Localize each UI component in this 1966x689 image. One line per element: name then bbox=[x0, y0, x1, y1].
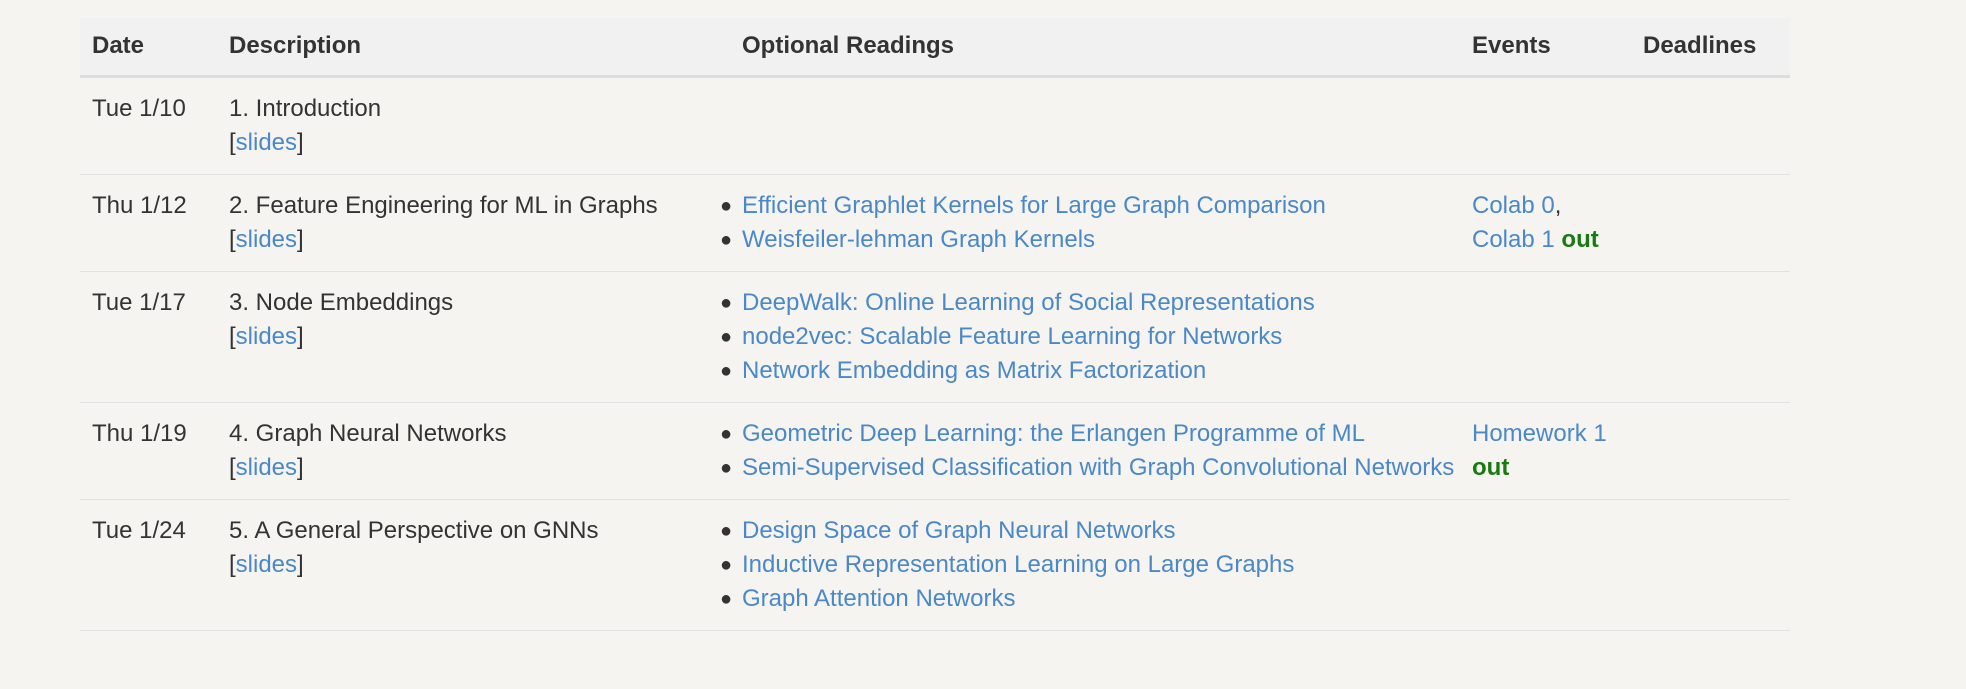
lecture-title: 4. Graph Neural Networks bbox=[229, 419, 507, 447]
reading-link[interactable]: Design Space of Graph Neural Networks bbox=[742, 517, 1176, 544]
bullet-icon: ● bbox=[720, 291, 733, 314]
deadlines-cell bbox=[1631, 402, 1790, 500]
event-link-homework-1[interactable]: Homework 1 bbox=[1472, 420, 1607, 447]
date-cell: Tue 1/17 bbox=[80, 271, 217, 403]
table-body: Tue 1/10 1. Introduction [slides] Thu 1/… bbox=[80, 76, 1790, 631]
reading-link[interactable]: Inductive Representation Learning on Lar… bbox=[742, 551, 1294, 578]
readings-cell: ● DeepWalk: Online Learning of Social Rep… bbox=[720, 271, 1460, 403]
date-cell: Tue 1/24 bbox=[80, 499, 217, 631]
reading-item: ● Geometric Deep Learning: the Erlangen P… bbox=[720, 417, 1460, 451]
lecture-title: 5. A General Perspective on GNNs bbox=[229, 516, 599, 544]
event-status-out: out bbox=[1561, 225, 1599, 253]
event-line: Homework 1 bbox=[1472, 417, 1631, 451]
slides-wrapper: [slides] bbox=[229, 453, 304, 481]
header-optional-readings: Optional Readings bbox=[730, 18, 1460, 78]
slides-link[interactable]: slides bbox=[236, 323, 297, 350]
bullet-icon: ● bbox=[720, 519, 733, 542]
header-description: Description bbox=[217, 18, 730, 78]
header-row: Date Description Optional Readings Event… bbox=[80, 18, 1790, 78]
readings-cell: ● Efficient Graphlet Kernels for Large Gr… bbox=[720, 174, 1460, 272]
reading-link[interactable]: Network Embedding as Matrix Factorizatio… bbox=[742, 357, 1206, 384]
lecture-title: 2. Feature Engineering for ML in Graphs bbox=[229, 191, 658, 219]
reading-item: ● Network Embedding as Matrix Factorizati… bbox=[720, 354, 1460, 388]
description-cell: 3. Node Embeddings [slides] bbox=[217, 271, 730, 403]
reading-item: ● Graph Attention Networks bbox=[720, 582, 1460, 616]
description-cell: 5. A General Perspective on GNNs [slides… bbox=[217, 499, 730, 631]
reading-item: ● node2vec: Scalable Feature Learning for… bbox=[720, 320, 1460, 354]
lecture-title: 3. Node Embeddings bbox=[229, 288, 454, 316]
table-row: Thu 1/19 4. Graph Neural Networks [slide… bbox=[80, 402, 1790, 500]
events-cell bbox=[1460, 76, 1631, 175]
bullet-icon: ● bbox=[720, 587, 733, 610]
schedule-container: Date Description Optional Readings Event… bbox=[80, 18, 1790, 631]
reading-link[interactable]: Geometric Deep Learning: the Erlangen Pr… bbox=[742, 420, 1365, 447]
table-row: Tue 1/17 3. Node Embeddings [slides] ● De… bbox=[80, 271, 1790, 403]
events-cell: Colab 0, Colab 1 out bbox=[1460, 174, 1631, 272]
slides-wrapper: [slides] bbox=[229, 550, 304, 578]
readings-list: ● Geometric Deep Learning: the Erlangen P… bbox=[720, 417, 1460, 485]
date-cell: Tue 1/10 bbox=[80, 76, 217, 175]
bullet-icon: ● bbox=[720, 194, 733, 217]
slides-wrapper: [slides] bbox=[229, 225, 304, 253]
event-line: Colab 1 out bbox=[1472, 223, 1631, 257]
slides-link[interactable]: slides bbox=[236, 551, 297, 578]
table-row: Thu 1/12 2. Feature Engineering for ML i… bbox=[80, 174, 1790, 272]
deadlines-cell bbox=[1631, 76, 1790, 175]
event-line: Colab 0, bbox=[1472, 191, 1562, 219]
slides-link[interactable]: slides bbox=[236, 129, 297, 156]
readings-cell bbox=[730, 76, 1460, 175]
event-status-out: out bbox=[1472, 453, 1510, 481]
bullet-icon: ● bbox=[720, 359, 733, 382]
bullet-icon: ● bbox=[720, 456, 733, 479]
slides-link[interactable]: slides bbox=[236, 454, 297, 481]
reading-link[interactable]: Semi-Supervised Classification with Grap… bbox=[742, 454, 1454, 481]
reading-item: ● Design Space of Graph Neural Networks bbox=[720, 514, 1460, 548]
date-cell: Thu 1/19 bbox=[80, 402, 217, 500]
reading-item: ● Weisfeiler-lehman Graph Kernels bbox=[720, 223, 1460, 257]
event-link-colab-1[interactable]: Colab 1 bbox=[1472, 226, 1555, 253]
events-cell bbox=[1460, 271, 1631, 403]
bullet-icon: ● bbox=[720, 228, 733, 251]
readings-list: ● DeepWalk: Online Learning of Social Rep… bbox=[720, 286, 1460, 388]
header-date: Date bbox=[80, 18, 217, 78]
slides-wrapper: [slides] bbox=[229, 128, 304, 156]
reading-link[interactable]: Weisfeiler-lehman Graph Kernels bbox=[742, 226, 1095, 253]
reading-item: ● Efficient Graphlet Kernels for Large Gr… bbox=[720, 189, 1460, 223]
readings-list: ● Design Space of Graph Neural Networks ●… bbox=[720, 514, 1460, 616]
slides-wrapper: [slides] bbox=[229, 322, 304, 350]
reading-link[interactable]: Efficient Graphlet Kernels for Large Gra… bbox=[742, 192, 1326, 219]
date-cell: Thu 1/12 bbox=[80, 174, 217, 272]
description-cell: 1. Introduction [slides] bbox=[217, 76, 730, 175]
description-cell: 2. Feature Engineering for ML in Graphs … bbox=[217, 174, 730, 272]
reading-link[interactable]: Graph Attention Networks bbox=[742, 585, 1015, 612]
slides-link[interactable]: slides bbox=[236, 226, 297, 253]
header-events: Events bbox=[1460, 18, 1631, 78]
deadlines-cell bbox=[1631, 499, 1790, 631]
lecture-title: 1. Introduction bbox=[229, 94, 382, 122]
event-link-colab-0[interactable]: Colab 0 bbox=[1472, 192, 1555, 219]
schedule-table: Date Description Optional Readings Event… bbox=[80, 18, 1790, 631]
readings-list: ● Efficient Graphlet Kernels for Large Gr… bbox=[720, 189, 1460, 257]
header-deadlines: Deadlines bbox=[1631, 18, 1790, 78]
reading-item: ● Inductive Representation Learning on La… bbox=[720, 548, 1460, 582]
table-row: Tue 1/24 5. A General Perspective on GNN… bbox=[80, 499, 1790, 631]
reading-item: ● DeepWalk: Online Learning of Social Rep… bbox=[720, 286, 1460, 320]
events-cell: Homework 1 out bbox=[1460, 402, 1631, 500]
readings-cell: ● Geometric Deep Learning: the Erlangen P… bbox=[720, 402, 1460, 500]
table-row: Tue 1/10 1. Introduction [slides] bbox=[80, 76, 1790, 175]
reading-item: ● Semi-Supervised Classification with Gra… bbox=[720, 451, 1460, 485]
deadlines-cell bbox=[1631, 174, 1790, 272]
reading-link[interactable]: DeepWalk: Online Learning of Social Repr… bbox=[742, 289, 1315, 316]
events-cell bbox=[1460, 499, 1631, 631]
bullet-icon: ● bbox=[720, 325, 733, 348]
bullet-icon: ● bbox=[720, 422, 733, 445]
table-header: Date Description Optional Readings Event… bbox=[80, 18, 1790, 78]
bullet-icon: ● bbox=[720, 553, 733, 576]
deadlines-cell bbox=[1631, 271, 1790, 403]
reading-link[interactable]: node2vec: Scalable Feature Learning for … bbox=[742, 323, 1282, 350]
description-cell: 4. Graph Neural Networks [slides] bbox=[217, 402, 730, 500]
readings-cell: ● Design Space of Graph Neural Networks ●… bbox=[720, 499, 1460, 631]
